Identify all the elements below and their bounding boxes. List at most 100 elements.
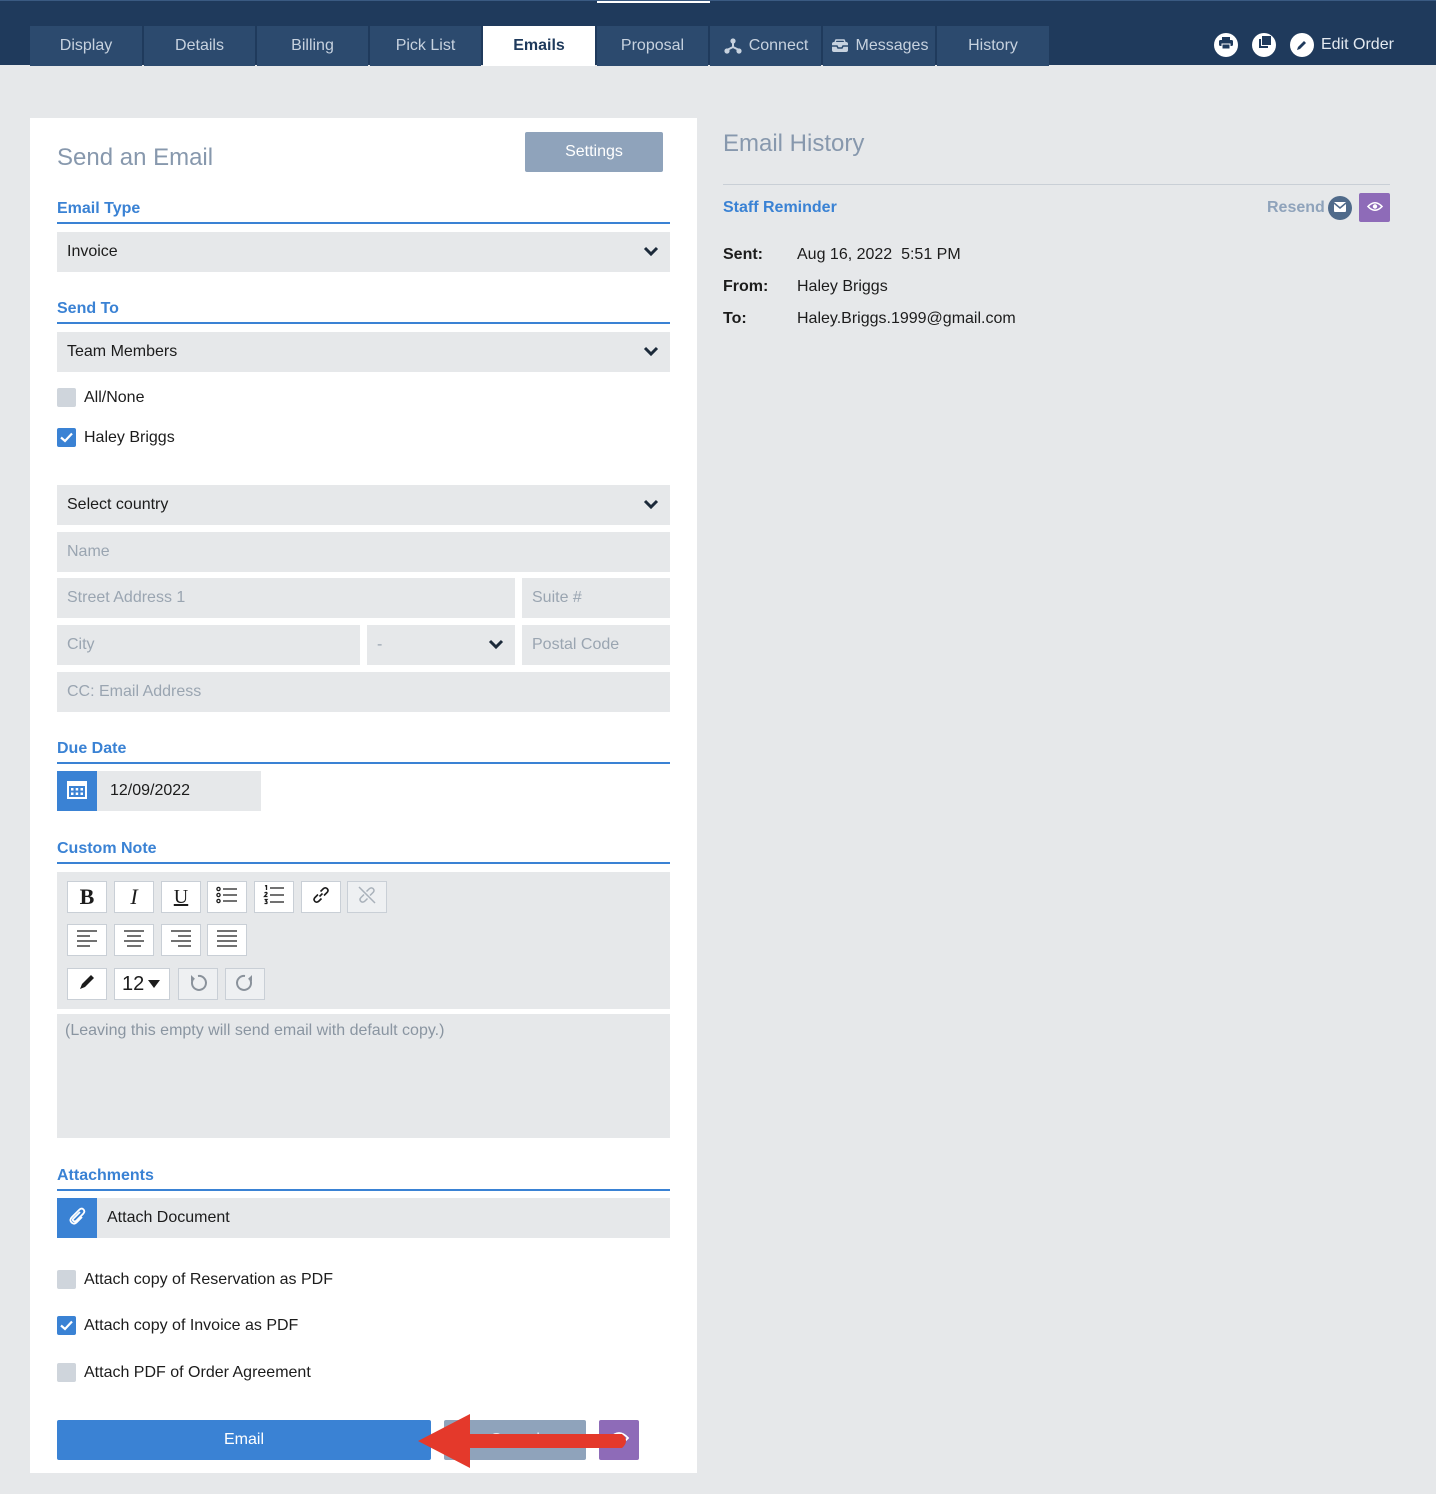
tab-label: Messages [855,37,929,54]
tab-label: History [968,37,1018,54]
checkbox[interactable] [57,1363,76,1382]
due-date-label: Due Date [57,740,670,764]
caret-down-icon [148,975,161,993]
calendar-button[interactable] [57,771,97,811]
align-left-icon [76,929,98,952]
to-value: Haley.Briggs.1999@gmail.com [797,310,1016,327]
all-none-checkbox-row[interactable]: All/None [57,388,144,407]
send-to-select[interactable]: Team Members [57,332,670,372]
underline-button[interactable]: U [161,881,201,913]
city-field[interactable]: City [57,625,360,665]
unlink-icon [357,885,377,910]
edit-order-button[interactable]: Edit Order [1290,33,1394,57]
checkbox[interactable] [57,388,76,407]
eye-icon [1366,199,1383,217]
undo-button[interactable] [178,968,218,1000]
copy-button[interactable] [1252,33,1276,57]
redo-button[interactable] [225,968,265,1000]
tab-emails[interactable]: Emails [483,26,595,66]
sent-value: Aug 16, 2022 5:51 PM [797,246,961,263]
redo-icon [235,972,255,997]
country-select[interactable]: Select country [57,485,670,525]
link-icon [311,885,331,910]
bullet-list-icon [216,886,238,909]
settings-button[interactable]: Settings [525,132,663,172]
suite-field[interactable]: Suite # [522,578,670,618]
align-left-button[interactable] [67,924,107,956]
top-nav: Display Details Billing Pick List Emails… [0,0,1436,66]
numbered-list-button[interactable] [254,881,294,913]
checkbox-label: All/None [84,388,145,406]
checkbox[interactable] [57,1316,76,1335]
email-button[interactable]: Email [57,1420,431,1460]
history-entry-subject[interactable]: Staff Reminder [723,199,837,217]
resend-link[interactable]: Resend [1267,199,1325,217]
tab-details[interactable]: Details [144,26,255,66]
custom-note-textarea[interactable]: (Leaving this empty will send email with… [57,1014,670,1138]
link-button[interactable] [301,881,341,913]
align-justify-button[interactable] [207,924,247,956]
placeholder: Street Address 1 [67,589,186,606]
align-center-icon [123,929,145,952]
postal-code-field[interactable]: Postal Code [522,625,670,665]
due-date-input[interactable]: 12/09/2022 [97,771,261,811]
name-field[interactable]: Name [57,532,670,572]
street-address-field[interactable]: Street Address 1 [57,578,515,618]
align-right-button[interactable] [161,924,201,956]
undo-icon [188,972,208,997]
email-type-value: Invoice [67,243,118,260]
tab-billing[interactable]: Billing [257,26,368,66]
calendar-icon [67,779,87,804]
view-email-button[interactable] [1359,193,1390,222]
bullet-list-button[interactable] [207,881,247,913]
tab-display[interactable]: Display [30,26,142,66]
placeholder: Postal Code [532,636,620,653]
attach-agreement-checkbox-row[interactable]: Attach PDF of Order Agreement [57,1363,311,1382]
cc-email-field[interactable]: CC: Email Address [57,672,670,712]
chevron-down-icon [643,344,659,362]
recipient-checkbox-row[interactable]: Haley Briggs [57,428,175,447]
pencil-icon [1290,33,1314,57]
attach-reservation-checkbox-row[interactable]: Attach copy of Reservation as PDF [57,1270,333,1289]
resend-button[interactable] [1328,196,1352,220]
checkbox[interactable] [57,1270,76,1289]
underline-icon: U [173,885,189,908]
tab-history[interactable]: History [937,26,1049,66]
align-center-button[interactable] [114,924,154,956]
tab-proposal[interactable]: Proposal [597,26,708,66]
unlink-button[interactable] [347,881,387,913]
align-right-icon [170,929,192,952]
font-size-select[interactable]: 12 [114,968,170,1000]
edit-order-label: Edit Order [1321,36,1394,53]
bold-button[interactable]: B [67,881,107,913]
italic-button[interactable]: I [114,881,154,913]
email-type-label: Email Type [57,200,670,224]
custom-note-label: Custom Note [57,840,670,864]
print-button[interactable] [1214,33,1238,57]
placeholder: Name [67,543,110,560]
checkbox[interactable] [57,428,76,447]
checkbox-label: Attach copy of Invoice as PDF [84,1316,299,1334]
attach-document-label: Attach Document [107,1209,230,1226]
email-history-title: Email History [723,130,865,157]
bold-icon: B [79,884,95,909]
tab-messages[interactable]: Messages [823,26,935,66]
tab-pick-list[interactable]: Pick List [370,26,481,66]
attach-button[interactable] [57,1198,97,1238]
messages-icon [830,38,850,54]
placeholder: CC: Email Address [67,683,202,700]
text-color-button[interactable] [67,968,107,1000]
tab-label: Details [175,37,224,54]
print-icon [1219,36,1233,54]
attach-document-field[interactable]: Attach Document [97,1198,670,1238]
tab-label: Pick List [395,37,456,54]
email-type-select[interactable]: Invoice [57,232,670,272]
paperclip-icon [67,1206,87,1231]
attach-invoice-checkbox-row[interactable]: Attach copy of Invoice as PDF [57,1316,298,1335]
tab-connect[interactable]: Connect [710,26,821,66]
tab-label: Emails [513,37,565,54]
tab-label: Display [59,37,113,54]
tab-label: Billing [291,37,334,54]
send-email-panel: Send an Email Settings Email Type Invoic… [30,118,697,1473]
state-select[interactable]: - [367,625,515,665]
